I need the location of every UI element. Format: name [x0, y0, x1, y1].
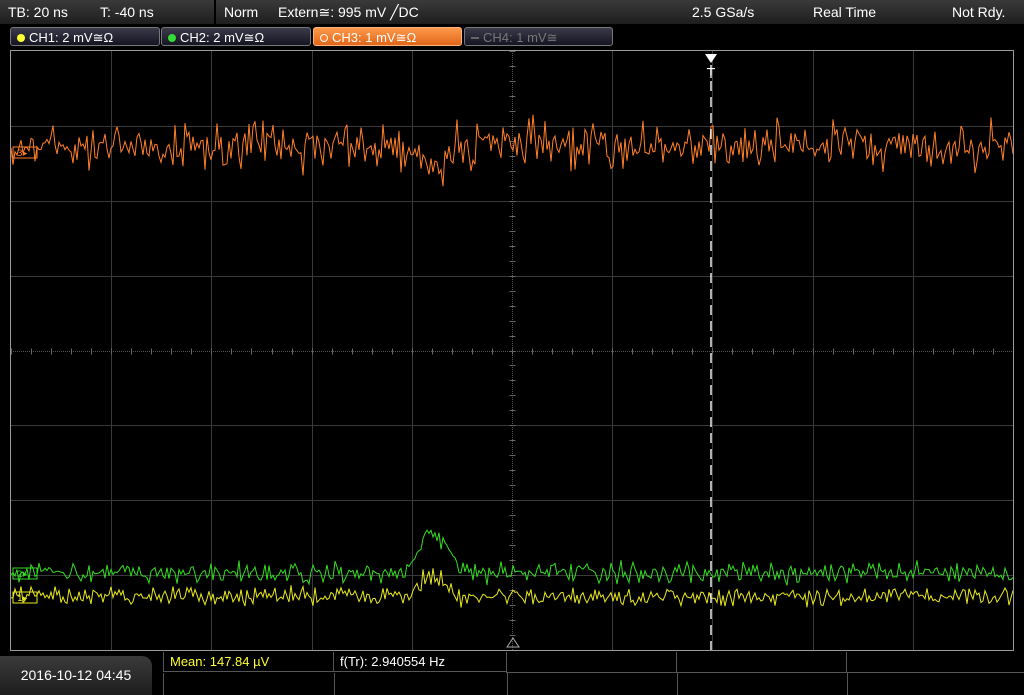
channel-3-dot-icon [320, 34, 328, 42]
acquisition-mode-label: Real Time [813, 4, 877, 20]
channel-1-button[interactable]: CH1: 2 mV≅Ω [10, 27, 160, 46]
channel-3-button[interactable]: CH3: 1 mV≅Ω [313, 27, 462, 46]
trigger-arrow-icon[interactable] [705, 54, 717, 63]
waveform-display[interactable]: T 3▸ 2▸ 1▸ [10, 50, 1014, 651]
timebase-label: TB: 20 ns [8, 4, 68, 20]
channel-1-dot-icon [17, 34, 25, 42]
trigger-mode-label: Norm [224, 4, 259, 20]
channel-2-button[interactable]: CH2: 2 mV≅Ω [161, 27, 311, 46]
trigger-offset-label: T: -40 ns [100, 4, 154, 20]
measurement-row-2 [163, 673, 1024, 695]
frequency-measurement[interactable]: f(Tr): 2.940554 Hz [333, 652, 506, 672]
waveform-canvas: T 3▸ 2▸ 1▸ [10, 51, 1014, 651]
trigger-marker: T [706, 67, 715, 82]
sample-rate-label: 2.5 GSa/s [692, 4, 755, 20]
channel-1-level-text: 1▸ [17, 594, 28, 604]
channel-3-level-text: 3▸ [17, 149, 28, 159]
channel-4-label: CH4: 1 mV≅ [483, 30, 558, 45]
measurement-slot-4[interactable] [676, 652, 847, 673]
channel-3-label: CH3: 1 mV≅Ω [332, 30, 417, 45]
trigger-panel[interactable]: Norm Extern≅: 995 mV ╱DC 2.5 GSa/s Real … [216, 0, 1024, 24]
channel-2-level-text: 2▸ [17, 570, 28, 580]
channel-2-dot-icon [168, 34, 176, 42]
timebase-panel[interactable]: TB: 20 ns T: -40 ns [0, 0, 214, 24]
channel-4-button[interactable]: CH4: 1 mV≅ [464, 27, 613, 46]
measurement-slot-3[interactable] [506, 652, 677, 673]
trigger-source-label: Extern≅: 995 mV ╱DC [278, 4, 419, 20]
measurement-slot-5[interactable] [846, 652, 1024, 673]
date-time: 2016-10-12 04:45 [0, 656, 152, 695]
channel-1-label: CH1: 2 mV≅Ω [29, 30, 114, 45]
channel-2-label: CH2: 2 mV≅Ω [180, 30, 265, 45]
channel-4-off-icon [471, 37, 479, 39]
mean-measurement[interactable]: Mean: 147.84 µV [163, 652, 333, 672]
status-label: Not Rdy. [952, 4, 1006, 20]
